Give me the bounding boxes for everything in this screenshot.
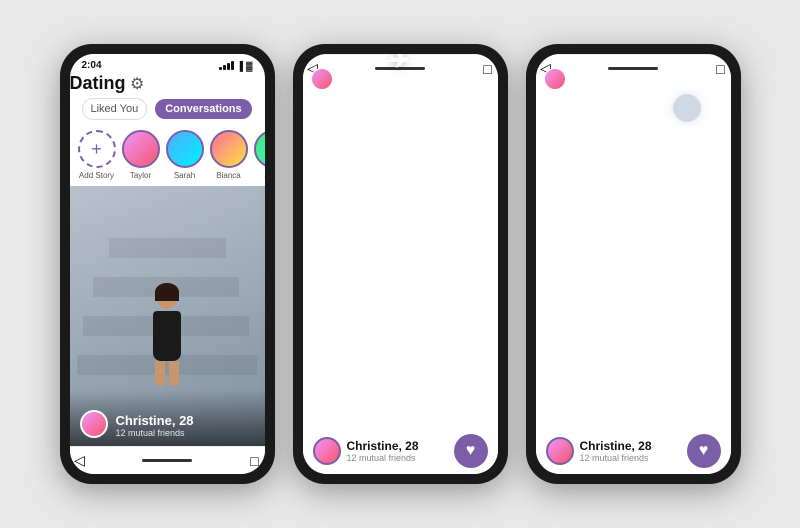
settings-icon[interactable]: ⚙	[130, 76, 144, 93]
story-bottom-avatar-3	[546, 437, 574, 465]
story-user-info: Christine 3h	[311, 68, 396, 90]
phone-1: 2:04 ▐ ▓ Dating ⚙ Liked You Conversation…	[60, 44, 275, 484]
more-options-icon[interactable]: •••	[451, 71, 472, 87]
story-bottom-name: Christine, 28	[347, 439, 419, 453]
story-bottom-name-3: Christine, 28	[580, 439, 652, 453]
scene: 2:04 ▐ ▓ Dating ⚙ Liked You Conversation…	[0, 0, 800, 528]
profile-name: Christine, 28	[116, 413, 194, 428]
story-person-info: Christine, 28 12 mutual friends	[313, 437, 419, 465]
tab-conversations[interactable]: Conversations	[155, 99, 251, 119]
profile-person	[153, 287, 181, 386]
story-username-3: Christine	[571, 74, 614, 85]
status-bar-1: 2:04 ▐ ▓	[70, 54, 265, 73]
close-story-icon-3[interactable]: ✕	[711, 71, 723, 88]
wifi-icon: ▐	[237, 61, 243, 71]
battery-icon: ▓	[246, 61, 253, 71]
add-story-label: Add Story	[79, 171, 114, 180]
story-bottom-avatar	[313, 437, 341, 465]
back-button-1[interactable]: ◁	[70, 451, 90, 471]
story-header-2: Christine 3h ••• ✕	[311, 68, 490, 90]
story-user-info-3: Christine 2h	[544, 68, 629, 90]
story-avatar-sp[interactable]	[254, 130, 265, 168]
story-sp[interactable]: Sp...	[254, 130, 265, 180]
mutual-friends: 12 mutual friends	[116, 428, 194, 438]
profile-card[interactable]: Christine, 28 12 mutual friends	[70, 186, 265, 446]
nav-bar-1: ◁ □	[70, 446, 265, 474]
tab-liked-you[interactable]: Liked You	[82, 98, 148, 120]
story-bottom-sub-3: 12 mutual friends	[580, 453, 652, 463]
story-bottom-text-3: Christine, 28 12 mutual friends	[580, 439, 652, 463]
story-bottom-bar: Christine, 28 12 mutual friends ♥	[303, 426, 498, 474]
story-time-3: 2h	[619, 74, 629, 84]
story-avatar-bianca[interactable]	[210, 130, 248, 168]
progress-3	[432, 60, 490, 62]
story-progress-2	[311, 60, 490, 62]
signal-icon	[219, 61, 234, 70]
recents-button-1[interactable]: □	[245, 451, 265, 471]
phone-3: Christine 2h ••• ✕ 🌴	[526, 44, 741, 484]
story-bottom-info-3: Christine, 28 12 mutual friends ♥	[546, 434, 721, 468]
story-menu: ••• ✕	[451, 71, 489, 88]
p3-3	[665, 60, 723, 62]
phone-3-screen: Christine 2h ••• ✕ 🌴	[536, 54, 731, 474]
story-time: 3h	[386, 74, 396, 84]
story-avatar-taylor[interactable]	[122, 130, 160, 168]
p3-2	[604, 60, 662, 62]
story-progress-3	[544, 60, 723, 62]
stories-row: + Add Story Taylor Sarah	[70, 124, 265, 186]
like-button[interactable]: ♥	[454, 434, 488, 468]
add-story-item[interactable]: + Add Story	[78, 130, 116, 180]
progress-2	[371, 60, 429, 62]
phone-2-screen: Christine 3h ••• ✕ VACATION MODE! ✈	[303, 54, 498, 474]
story-label-sarah: Sarah	[174, 171, 195, 180]
story-user-avatar	[311, 68, 333, 90]
add-story-button[interactable]: +	[78, 130, 116, 168]
story-bottom-text: Christine, 28 12 mutual friends	[347, 439, 419, 463]
more-options-icon-3[interactable]: •••	[684, 71, 705, 87]
progress-1	[311, 60, 369, 62]
card-avatar	[80, 410, 108, 438]
story-bianca[interactable]: Bianca	[210, 130, 248, 180]
story-bottom-sub: 12 mutual friends	[347, 453, 419, 463]
moon-decoration	[673, 94, 701, 122]
card-text: Christine, 28 12 mutual friends	[116, 413, 194, 438]
p3-1	[544, 60, 602, 62]
story-menu-3: ••• ✕	[684, 71, 722, 88]
phone-2: Christine 3h ••• ✕ VACATION MODE! ✈	[293, 44, 508, 484]
story-label-bianca: Bianca	[216, 171, 240, 180]
story-username: Christine	[338, 74, 381, 85]
story-person-info-3: Christine, 28 12 mutual friends	[546, 437, 652, 465]
tabs-row: Liked You Conversations	[70, 94, 265, 124]
time-display: 2:04	[82, 60, 102, 71]
dating-header: Dating ⚙	[70, 73, 265, 94]
story-sarah[interactable]: Sarah	[166, 130, 204, 180]
story-bottom-info: Christine, 28 12 mutual friends ♥	[313, 434, 488, 468]
close-story-icon[interactable]: ✕	[478, 71, 490, 88]
story-header-3: Christine 2h ••• ✕	[544, 68, 723, 90]
story-avatar-sarah[interactable]	[166, 130, 204, 168]
story-label-taylor: Taylor	[130, 171, 151, 180]
story-user-avatar-3	[544, 68, 566, 90]
story-bottom-bar-3: Christine, 28 12 mutual friends ♥	[536, 426, 731, 474]
story-taylor[interactable]: Taylor	[122, 130, 160, 180]
phone-1-screen: 2:04 ▐ ▓ Dating ⚙ Liked You Conversation…	[70, 54, 265, 474]
home-indicator-1	[142, 459, 192, 462]
status-icons: ▐ ▓	[219, 61, 253, 71]
liked-button[interactable]: ♥	[687, 434, 721, 468]
app-title: Dating	[70, 73, 126, 93]
card-info-overlay: Christine, 28 12 mutual friends	[70, 390, 265, 446]
